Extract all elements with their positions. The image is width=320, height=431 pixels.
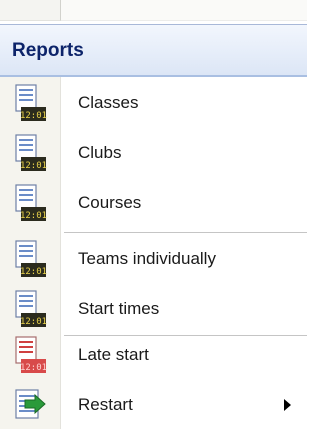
report-clock-icon: 12:01	[15, 184, 47, 221]
menu-item-start-times[interactable]: 12:01 Start times	[0, 285, 307, 335]
menu-header-title: Reports	[12, 40, 84, 61]
menu-item-label: Restart	[78, 395, 133, 414]
svg-text:12:01: 12:01	[20, 267, 47, 277]
menu-separator	[64, 232, 307, 233]
svg-text:12:01: 12:01	[20, 211, 47, 221]
menu-item-label: Start times	[78, 299, 160, 318]
background-cell-left	[0, 0, 61, 21]
svg-text:12:01: 12:01	[20, 363, 47, 373]
report-clock-icon: 12:01	[15, 84, 47, 121]
restart-arrow-icon	[15, 389, 46, 419]
menu-item-label: Teams individually	[78, 249, 216, 268]
report-clock-icon: 12:01	[15, 134, 47, 171]
report-clock-icon: 12:01	[15, 240, 47, 277]
submenu-arrow-icon	[284, 399, 291, 411]
menu-item-clubs[interactable]: 12:01 Clubs	[0, 129, 307, 179]
menu-item-late-start[interactable]: 12:01 Late start	[0, 331, 307, 381]
svg-text:12:01: 12:01	[20, 317, 47, 327]
late-report-clock-icon: 12:01	[15, 336, 47, 373]
menu-item-classes[interactable]: 12:01 Classes	[0, 79, 307, 129]
menu-item-label: Clubs	[78, 143, 122, 162]
menu-item-label: Classes	[78, 93, 139, 112]
report-clock-icon: 12:01	[15, 290, 47, 327]
svg-text:12:01: 12:01	[20, 111, 47, 121]
menu-item-teams-individually[interactable]: 12:01 Teams individually	[0, 235, 307, 285]
menu-item-courses[interactable]: 12:01 Courses	[0, 179, 307, 229]
menu-item-restart[interactable]: Restart	[0, 381, 307, 431]
menu-header: Reports	[0, 25, 307, 77]
background-window-strip	[0, 0, 307, 24]
background-cell-right	[61, 0, 307, 21]
menu-item-label: Late start	[78, 345, 149, 364]
menu-item-label: Courses	[78, 193, 142, 212]
svg-text:12:01: 12:01	[20, 161, 47, 171]
reports-menu: Reports 12:01 Classes 12:01 Clubs 12:01 …	[0, 24, 307, 429]
